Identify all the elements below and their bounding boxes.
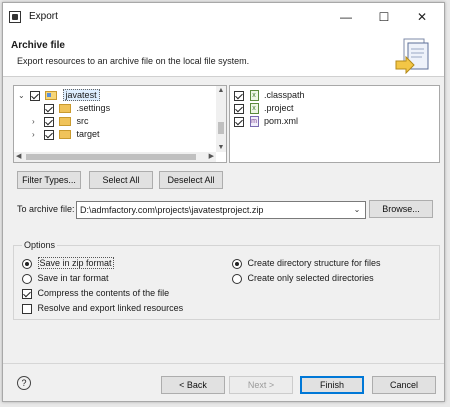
resolve-links-checkbox[interactable]: Resolve and export linked resources [22, 302, 183, 315]
compress-checkbox[interactable]: Compress the contents of the file [22, 287, 169, 300]
option-label: Resolve and export linked resources [37, 303, 184, 313]
folder-icon [59, 104, 72, 114]
cancel-button[interactable]: Cancel [372, 376, 436, 394]
file-label: .classpath [264, 90, 305, 101]
selected-dirs-radio[interactable]: Create only selected directories [232, 272, 374, 285]
option-label: Save in zip format [37, 257, 114, 269]
filter-types-button[interactable]: Filter Types... [17, 171, 81, 189]
pom-checkbox[interactable] [234, 116, 244, 127]
tree-item-label: target [76, 129, 100, 140]
scroll-left-arrow-icon[interactable]: ◀ [16, 152, 21, 162]
footer-divider [3, 363, 444, 364]
tree-horizontal-scrollbar[interactable]: ◀ ▶ [14, 152, 216, 162]
scroll-down-arrow-icon[interactable]: ▼ [216, 144, 226, 151]
folder-icon [59, 117, 72, 127]
tree-item-src[interactable]: › src [32, 115, 89, 128]
option-label: Create directory structure for files [247, 258, 381, 268]
tree-item-settings[interactable]: .settings [32, 102, 110, 115]
checkbox-icon[interactable] [22, 288, 32, 299]
radio-icon[interactable] [232, 273, 242, 284]
archive-file-label: To archive file: [17, 204, 75, 214]
scroll-thumb[interactable] [218, 122, 224, 134]
chevron-down-icon[interactable]: ⌄ [351, 202, 363, 218]
save-tar-radio[interactable]: Save in tar format [22, 272, 109, 285]
collapse-arrow-icon[interactable]: ⌄ [18, 89, 27, 102]
next-button[interactable]: Next > [229, 376, 293, 394]
title-bar: Export — ☐ ✕ [3, 3, 444, 31]
scroll-up-arrow-icon[interactable]: ▲ [216, 87, 226, 94]
export-wizard-icon [395, 38, 429, 75]
scroll-thumb[interactable] [26, 154, 196, 160]
radio-icon[interactable] [22, 258, 32, 269]
maven-pom-icon: m [249, 116, 259, 128]
maximize-button[interactable]: ☐ [370, 7, 398, 27]
radio-icon[interactable] [22, 273, 32, 284]
minimize-button[interactable]: — [332, 7, 360, 27]
options-title: Options [22, 240, 58, 250]
wizard-title: Archive file [11, 40, 65, 51]
archive-file-combobox[interactable]: D:\admfactory.com\projects\javatestproje… [76, 201, 366, 219]
tree-vertical-scrollbar[interactable]: ▲ ▼ [216, 86, 226, 152]
options-group: Options Save in zip format Save in tar f… [13, 240, 440, 320]
archive-file-value: D:\admfactory.com\projects\javatestproje… [80, 205, 264, 215]
option-label: Create only selected directories [247, 273, 374, 283]
option-label: Compress the contents of the file [37, 288, 170, 298]
select-all-button[interactable]: Select All [89, 171, 153, 189]
file-label: pom.xml [264, 116, 299, 127]
tree-item-javatest[interactable]: ⌄ javatest [18, 89, 100, 102]
close-button[interactable]: ✕ [408, 7, 436, 27]
wizard-banner: Archive file Export resources to an arch… [3, 31, 444, 77]
file-label: .project [264, 103, 294, 114]
eclipse-app-icon [9, 11, 21, 23]
list-item[interactable]: x .project [234, 102, 294, 115]
expand-arrow-icon[interactable]: › [32, 115, 41, 128]
help-icon[interactable]: ? [17, 376, 31, 390]
save-zip-radio[interactable]: Save in zip format [22, 257, 114, 270]
list-item[interactable]: m pom.xml [234, 115, 298, 128]
dir-structure-radio[interactable]: Create directory structure for files [232, 257, 381, 270]
project-folder-icon [45, 91, 58, 101]
scroll-right-arrow-icon[interactable]: ▶ [209, 152, 214, 162]
wizard-description: Export resources to an archive file on t… [17, 56, 250, 66]
target-checkbox[interactable] [43, 129, 54, 140]
browse-button[interactable]: Browse... [369, 200, 433, 218]
radio-icon[interactable] [232, 258, 242, 269]
window-title: Export [29, 11, 58, 22]
resource-tree[interactable]: ⌄ javatest .settings › src › target ▲ ▼ [13, 85, 227, 163]
expand-arrow-icon[interactable]: › [32, 128, 41, 141]
classpath-checkbox[interactable] [234, 90, 244, 101]
deselect-all-button[interactable]: Deselect All [159, 171, 223, 189]
tree-item-label: .settings [76, 103, 111, 114]
option-label: Save in tar format [37, 273, 109, 283]
file-list[interactable]: x .classpath x .project m pom.xml [229, 85, 440, 163]
checkbox-icon[interactable] [22, 303, 32, 314]
tree-item-target[interactable]: › target [32, 128, 100, 141]
export-dialog: Export — ☐ ✕ Archive file Export resourc… [2, 2, 445, 402]
xml-file-icon: x [249, 103, 259, 115]
list-item[interactable]: x .classpath [234, 89, 305, 102]
back-button[interactable]: < Back [161, 376, 225, 394]
tree-item-label: src [76, 116, 89, 127]
tree-item-label: javatest [62, 89, 100, 102]
src-checkbox[interactable] [43, 116, 54, 127]
settings-checkbox[interactable] [43, 103, 54, 114]
xml-file-icon: x [249, 90, 259, 102]
javatest-checkbox[interactable] [29, 90, 40, 101]
folder-icon [59, 130, 72, 140]
project-file-checkbox[interactable] [234, 103, 244, 114]
finish-button[interactable]: Finish [300, 376, 364, 394]
